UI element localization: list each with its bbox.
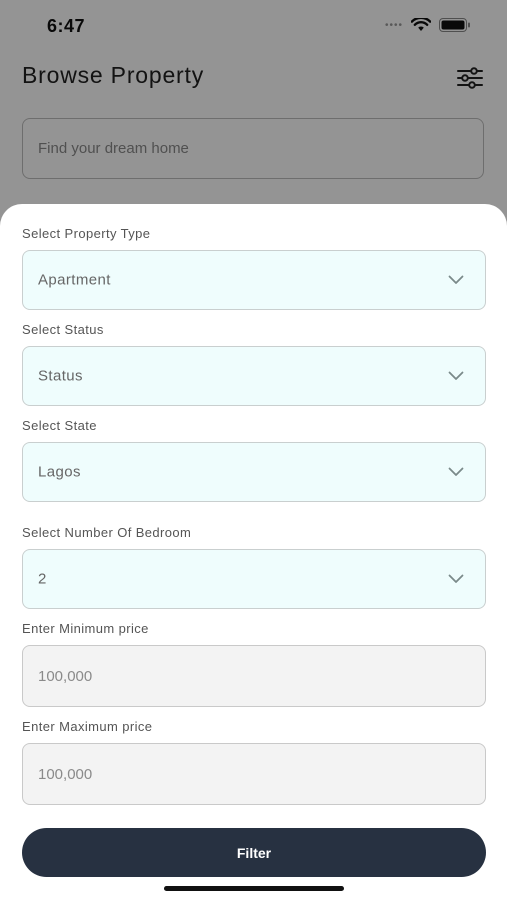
chevron-down-icon: [448, 574, 464, 583]
state-label: Select State: [22, 418, 97, 433]
bedrooms-value: 2: [38, 570, 47, 588]
state-value: Lagos: [38, 463, 81, 481]
status-select[interactable]: Status: [22, 346, 486, 406]
state-select[interactable]: Lagos: [22, 442, 486, 502]
min-price-input[interactable]: [23, 646, 485, 706]
property-type-select[interactable]: Apartment: [22, 250, 486, 310]
filter-button[interactable]: Filter: [22, 828, 486, 877]
home-indicator: [164, 886, 344, 891]
max-price-label: Enter Maximum price: [22, 719, 153, 734]
chevron-down-icon: [448, 275, 464, 284]
property-type-value: Apartment: [38, 271, 111, 289]
status-value: Status: [38, 367, 83, 385]
filter-bottom-sheet: Select Property Type Apartment Select St…: [0, 204, 507, 900]
bedrooms-select[interactable]: 2: [22, 549, 486, 609]
property-type-label: Select Property Type: [22, 226, 151, 241]
bedrooms-label: Select Number Of Bedroom: [22, 525, 192, 540]
chevron-down-icon: [448, 371, 464, 380]
max-price-box: [22, 743, 486, 805]
status-label: Select Status: [22, 322, 104, 337]
max-price-input[interactable]: [23, 744, 485, 804]
min-price-label: Enter Minimum price: [22, 621, 149, 636]
chevron-down-icon: [448, 467, 464, 476]
min-price-box: [22, 645, 486, 707]
